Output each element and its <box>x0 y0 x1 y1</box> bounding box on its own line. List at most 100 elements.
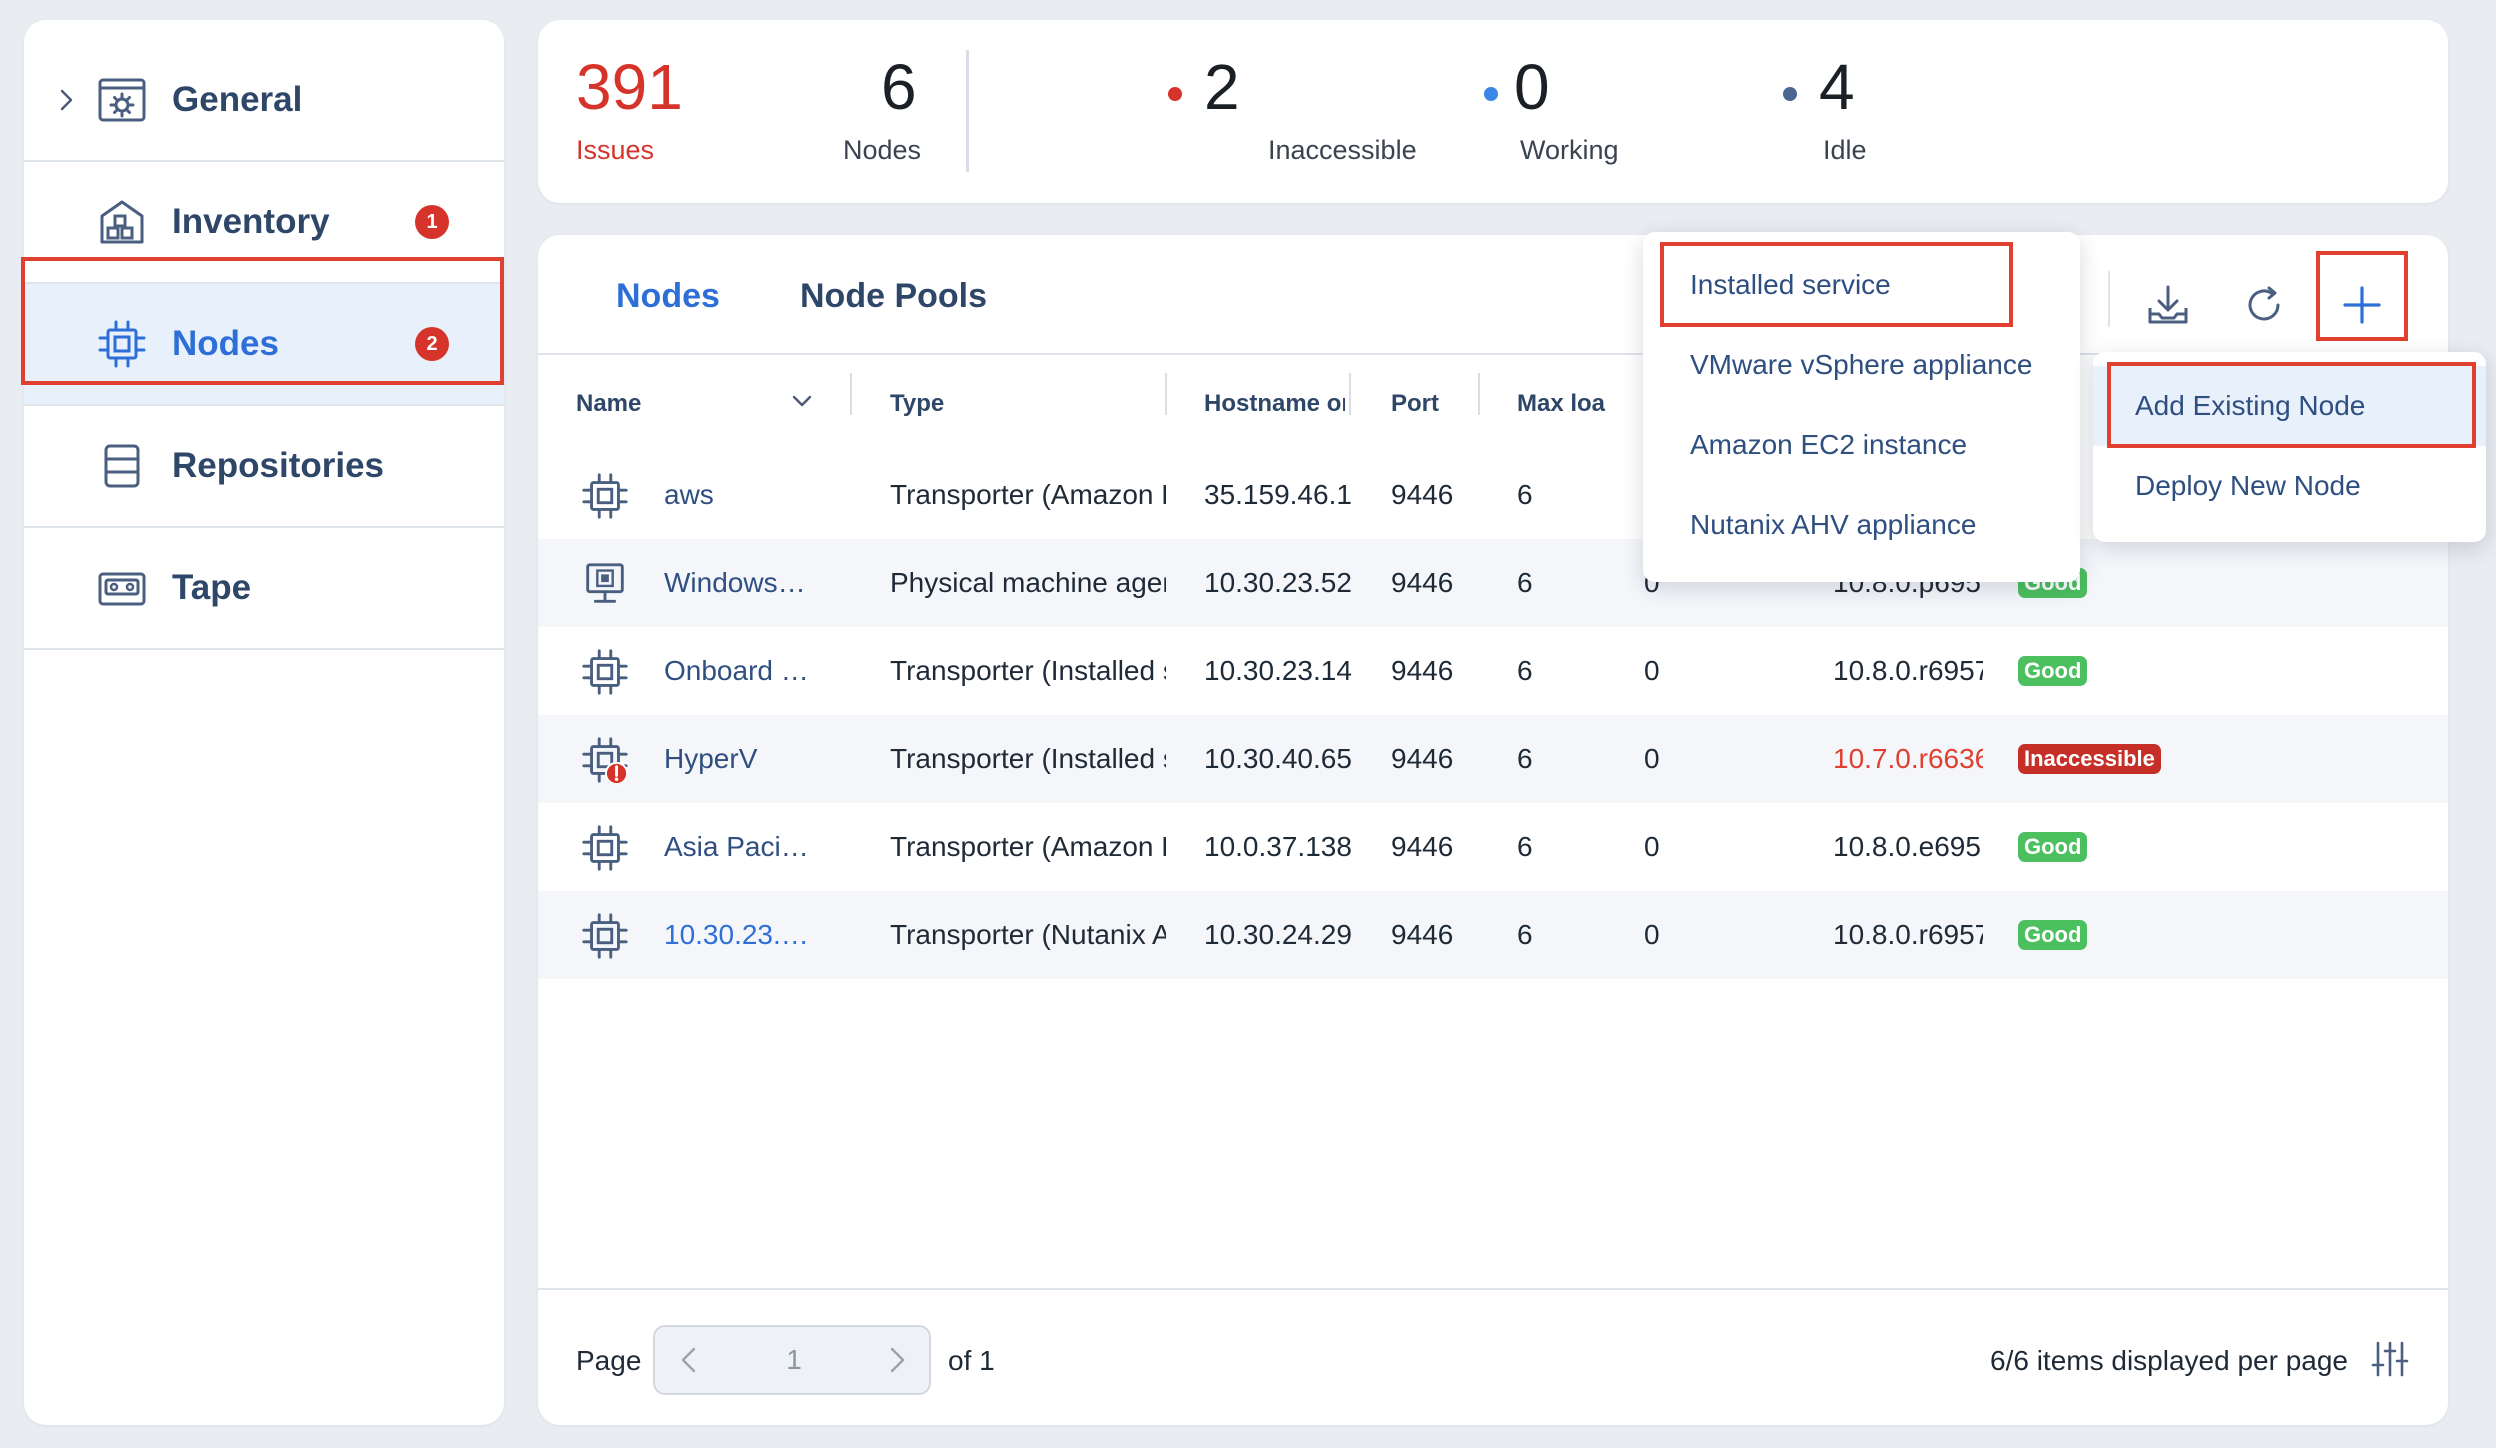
node-version: 10.8.0.r6957 <box>1833 919 1983 950</box>
chevron-right-icon[interactable] <box>881 1345 911 1375</box>
node-type: Transporter (Amazon EC2) <box>890 479 1166 510</box>
node-port: 9446 <box>1391 479 1454 510</box>
node-name-link[interactable]: Windows… <box>664 539 834 627</box>
stat-value: 391 <box>576 51 683 123</box>
menu-item-nutanix-ahv-appliance[interactable]: Nutanix AHV appliance <box>1643 485 2080 565</box>
refresh-button[interactable] <box>2222 263 2306 347</box>
sidebar-item-nodes[interactable]: Nodes 2 <box>24 284 504 406</box>
column-separator[interactable] <box>850 373 852 415</box>
status-badge: Good <box>2018 920 2088 950</box>
page-count-label: of 1 <box>948 1345 995 1376</box>
menu-item-deploy-new-node[interactable]: Deploy New Node <box>2093 446 2486 526</box>
node-max-load: 6 <box>1517 831 1533 862</box>
node-type: Transporter (Installed service) <box>890 743 1166 774</box>
menu-item-amazon-ec2-instance[interactable]: Amazon EC2 instance <box>1643 405 2080 485</box>
stat-label: Working <box>1520 135 1619 165</box>
node-version: 10.7.0.r6636 <box>1833 743 1983 774</box>
node-port: 9446 <box>1391 655 1454 686</box>
download-button[interactable] <box>2126 263 2210 347</box>
tape-icon <box>98 572 146 606</box>
node-type: Physical machine agent <box>890 567 1166 598</box>
node-max-load: 6 <box>1517 479 1533 510</box>
sidebar-item-repositories[interactable]: Repositories <box>24 406 504 528</box>
table-row[interactable]: Asia Paci… Transporter (Amazon EC2) 10.0… <box>538 803 2448 891</box>
stat-value: 0 <box>1514 51 1550 123</box>
node-load: 0 <box>1644 919 1660 950</box>
tab-nodes[interactable]: Nodes <box>616 277 720 316</box>
column-header-type[interactable]: Type <box>890 390 1050 418</box>
node-type: Transporter (Installed service) <box>890 655 1166 686</box>
node-type: Transporter (Nutanix AHV) <box>890 919 1166 950</box>
status-dot <box>1168 87 1182 101</box>
stat-label: Issues <box>576 135 655 165</box>
node-name-link[interactable]: 10.30.23.… <box>664 891 834 979</box>
inventory-badge: 1 <box>415 205 449 239</box>
toolbar-divider <box>2108 271 2110 327</box>
column-separator[interactable] <box>1478 373 1480 415</box>
node-hostname: 10.30.23.14 <box>1204 655 1352 686</box>
column-header-name[interactable]: Name <box>576 390 716 418</box>
stat-label: Inaccessible <box>1268 135 1417 165</box>
status-badge: Good <box>2018 656 2088 686</box>
stat-label: Idle <box>1823 135 1867 165</box>
table-row[interactable]: Windows… Physical machine agent 10.30.23… <box>538 539 2448 627</box>
status-badge: Inaccessible <box>2018 744 2161 774</box>
sidebar-item-tape[interactable]: Tape <box>24 528 504 650</box>
items-per-page-label: 6/6 items displayed per page <box>1990 1345 2348 1376</box>
stat-label: Nodes <box>843 135 922 165</box>
node-load: 0 <box>1644 655 1660 686</box>
node-max-load: 6 <box>1517 655 1533 686</box>
node-load: 0 <box>1644 831 1660 862</box>
chip-icon <box>582 473 628 519</box>
menu-item-vmware-vsphere-appliance[interactable]: VMware vSphere appliance <box>1643 325 2080 405</box>
menu-item-installed-service[interactable]: Installed service <box>1643 245 2080 325</box>
column-separator[interactable] <box>1165 373 1167 415</box>
sidebar-item-label: Repositories <box>172 446 384 485</box>
column-separator[interactable] <box>1349 373 1351 415</box>
tab-node-pools[interactable]: Node Pools <box>800 277 987 316</box>
table-row[interactable]: Onboard … Transporter (Installed service… <box>538 627 2448 715</box>
footer-divider <box>538 1288 2448 1290</box>
menu-item-add-existing-node[interactable]: Add Existing Node <box>2093 366 2486 446</box>
chip-icon <box>582 825 628 871</box>
sidebar-item-label: Inventory <box>172 202 330 241</box>
node-load: 0 <box>1644 743 1660 774</box>
settings-window-icon <box>98 78 146 122</box>
node-hostname: 10.0.37.138 <box>1204 831 1352 862</box>
add-node-menu: Add Existing Node Deploy New Node <box>2093 352 2486 542</box>
sidebar: General Inventory 1 Nodes 2 Repositories <box>24 20 504 1425</box>
column-header-max-load[interactable]: Max loa <box>1517 390 1607 418</box>
node-name-link[interactable]: Onboard … <box>664 627 834 715</box>
stat-value: 4 <box>1819 51 1855 123</box>
nodes-badge: 2 <box>415 327 449 361</box>
node-max-load: 6 <box>1517 567 1533 598</box>
table-row[interactable]: 10.30.23.… Transporter (Nutanix AHV) 10.… <box>538 891 2448 979</box>
node-port: 9446 <box>1391 919 1454 950</box>
sliders-icon[interactable] <box>2370 1339 2410 1379</box>
node-hostname: 10.30.24.29 <box>1204 919 1352 950</box>
stat-value: 6 <box>881 51 917 123</box>
stats-bar: 391 Issues 6 Nodes 2 Inaccessible 0 Work… <box>538 20 2448 203</box>
column-header-hostname[interactable]: Hostname or <box>1204 390 1345 418</box>
chip-alert-icon <box>582 737 629 785</box>
node-port: 9446 <box>1391 743 1454 774</box>
inventory-icon <box>100 200 144 244</box>
storage-icon <box>104 444 140 488</box>
stat-value: 2 <box>1204 51 1240 123</box>
node-name-link[interactable]: aws <box>664 451 834 539</box>
node-max-load: 6 <box>1517 743 1533 774</box>
sidebar-item-label: General <box>172 80 303 119</box>
chevron-down-icon[interactable] <box>791 393 813 409</box>
node-name-link[interactable]: HyperV <box>664 715 834 803</box>
node-hostname: 10.30.40.65 <box>1204 743 1352 774</box>
table-row[interactable]: HyperV Transporter (Installed service) 1… <box>538 715 2448 803</box>
stats-divider <box>966 50 969 172</box>
chevron-right-icon[interactable] <box>54 88 78 112</box>
column-header-port[interactable]: Port <box>1391 390 1471 418</box>
sidebar-item-general[interactable]: General <box>24 40 504 162</box>
chip-icon <box>98 320 146 368</box>
add-button[interactable] <box>2320 263 2404 347</box>
plus-icon <box>2343 286 2381 324</box>
sidebar-item-inventory[interactable]: Inventory 1 <box>24 162 504 284</box>
node-name-link[interactable]: Asia Paci… <box>664 803 834 891</box>
